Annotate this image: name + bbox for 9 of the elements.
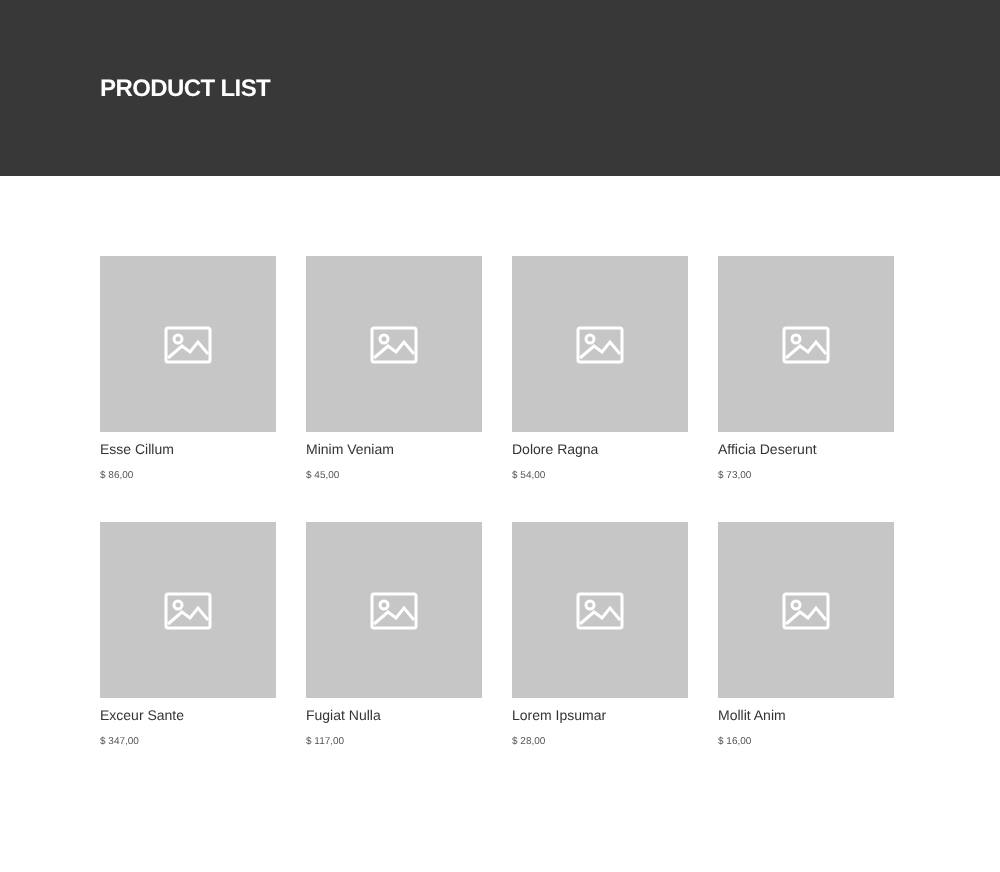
image-icon bbox=[782, 325, 830, 363]
image-icon bbox=[576, 591, 624, 629]
image-icon bbox=[370, 591, 418, 629]
image-icon bbox=[164, 591, 212, 629]
image-icon bbox=[782, 591, 830, 629]
image-icon bbox=[370, 325, 418, 363]
image-icon bbox=[576, 325, 624, 363]
image-icon bbox=[164, 325, 212, 363]
page-title: PRODUCT LIST bbox=[100, 72, 271, 106]
